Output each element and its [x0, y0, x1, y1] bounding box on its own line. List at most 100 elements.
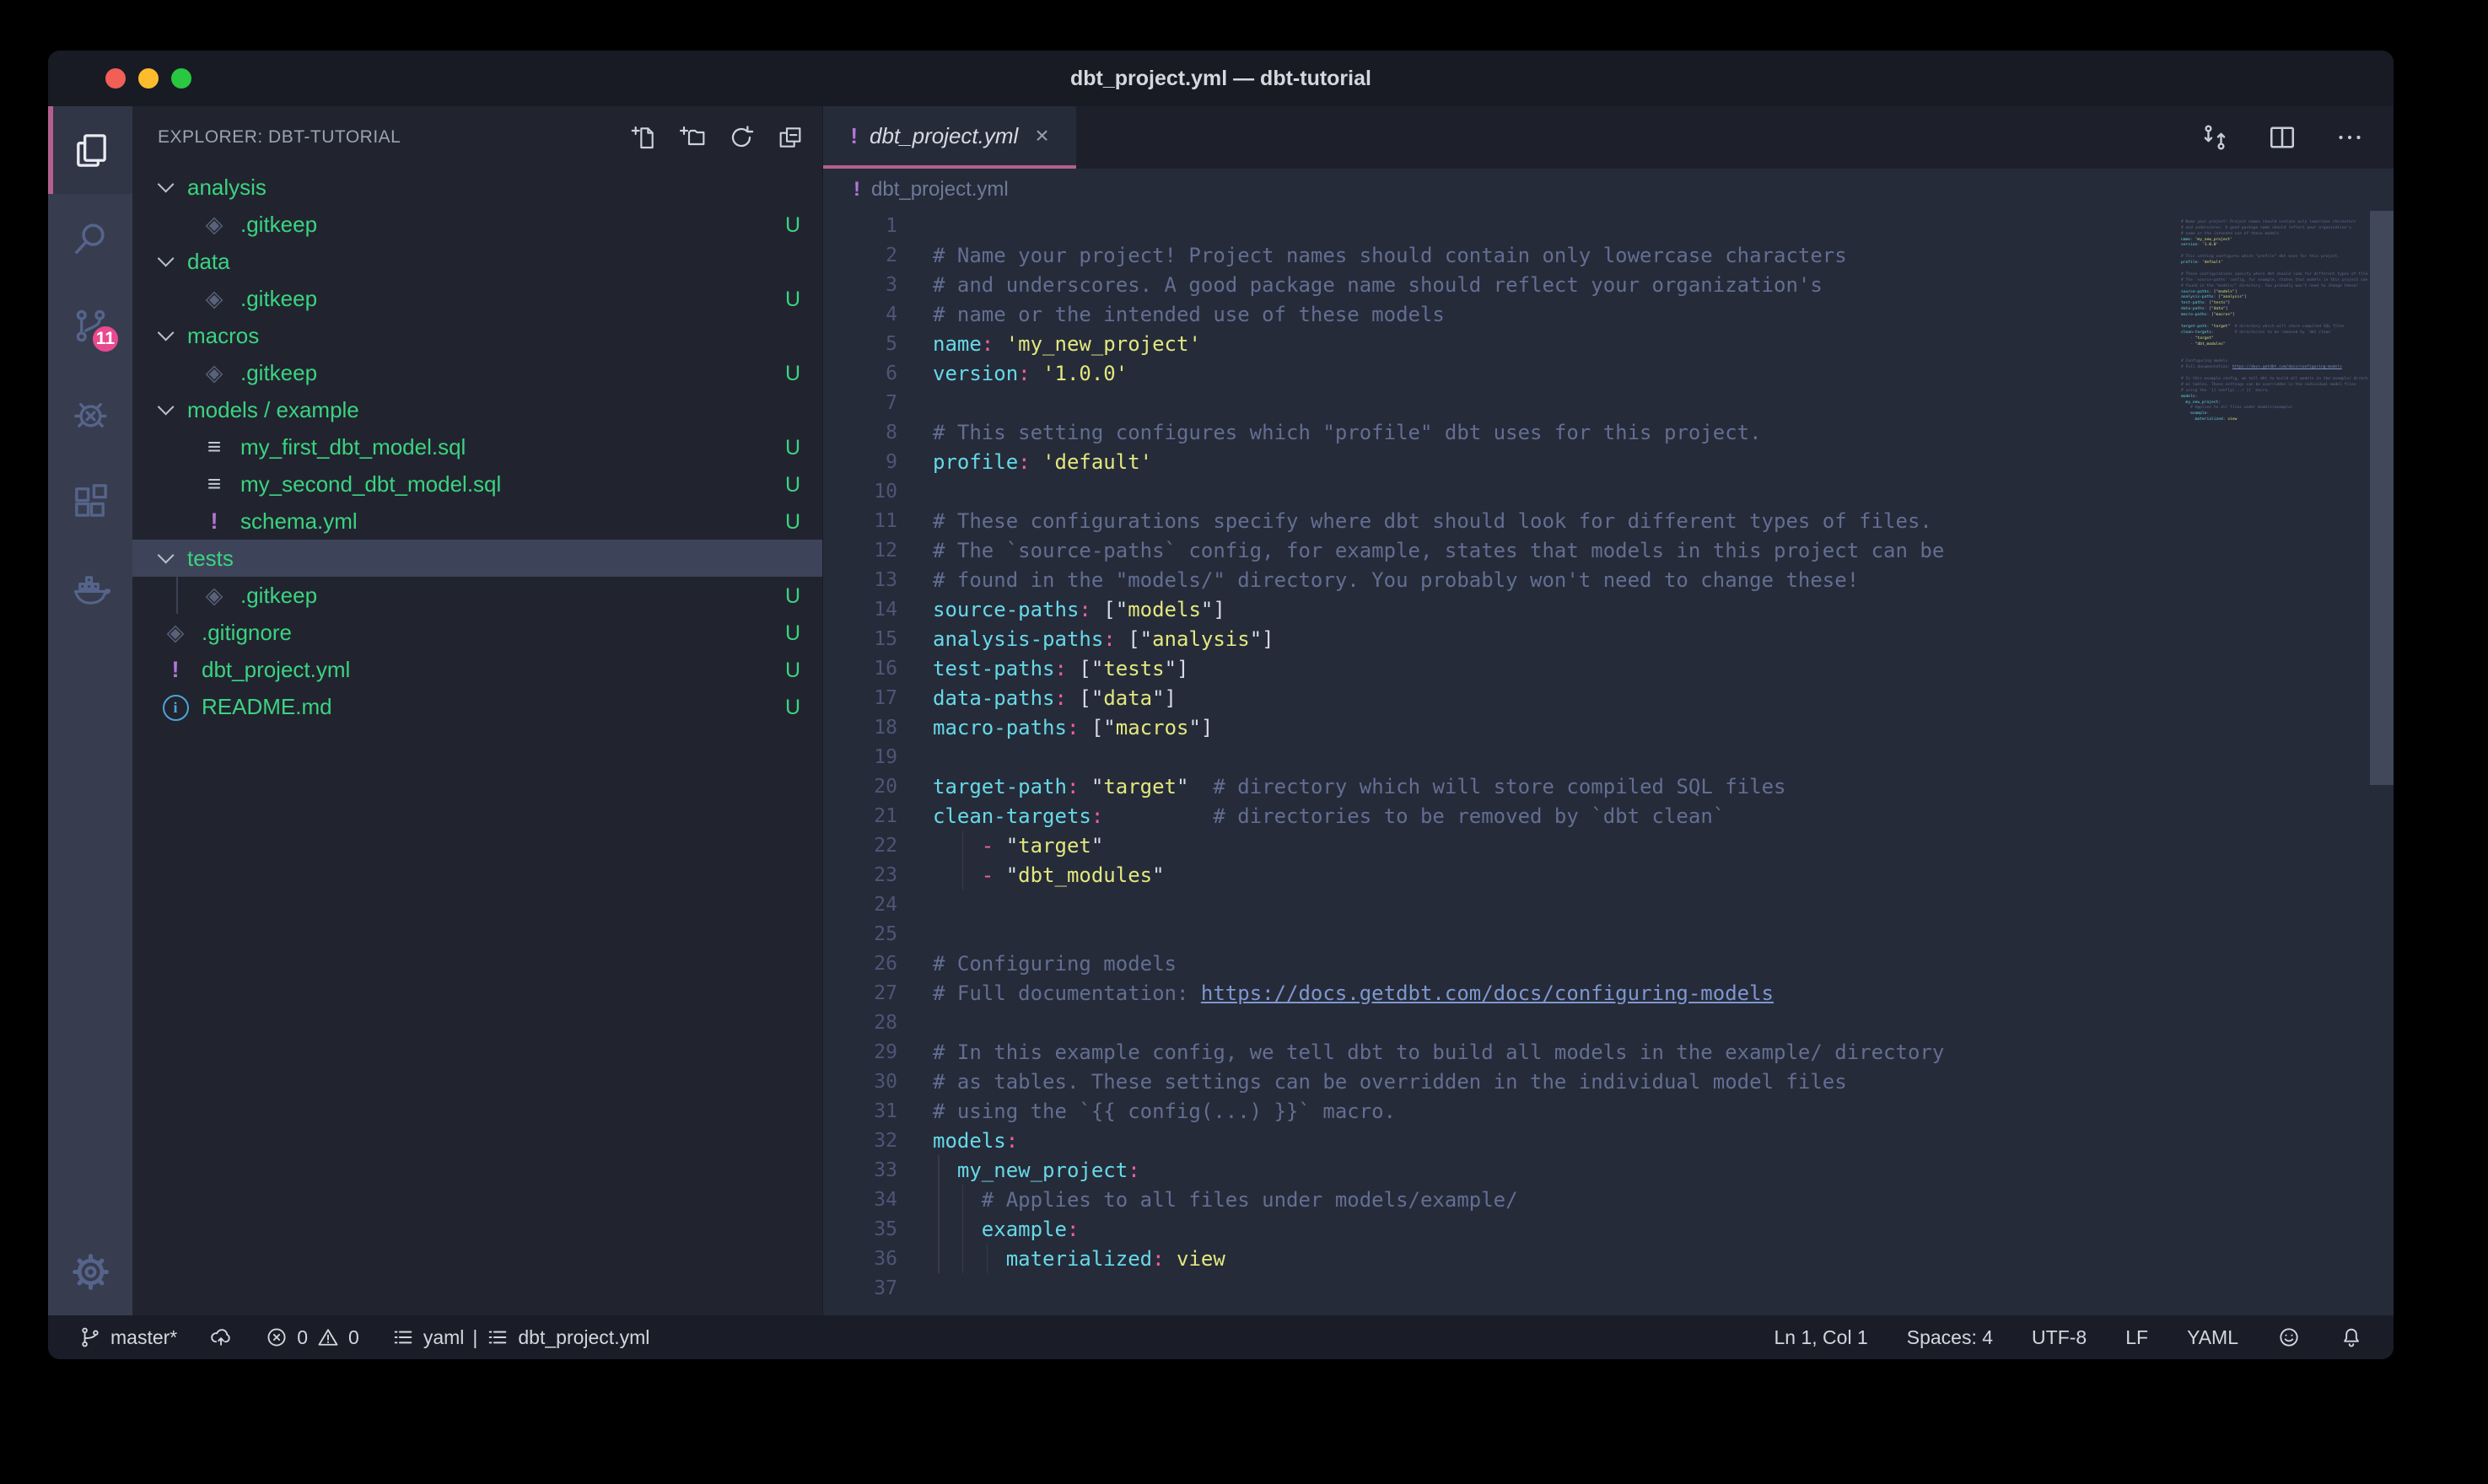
- tree-folder-analysis[interactable]: analysis: [132, 169, 822, 206]
- code-line-12[interactable]: 12# The `source-paths` config, for examp…: [823, 535, 2394, 565]
- feedback-button[interactable]: [2277, 1325, 2301, 1349]
- tab-close-icon[interactable]: ×: [1035, 122, 1048, 149]
- code-line-7[interactable]: 7: [823, 388, 2394, 417]
- tree-file-my-second-dbt-model-sql[interactable]: ≡my_second_dbt_model.sqlU: [132, 465, 822, 503]
- git-branch-indicator[interactable]: master*: [78, 1325, 177, 1349]
- code-line-15[interactable]: 15analysis-paths: ["analysis"]: [823, 624, 2394, 653]
- code-line-24[interactable]: 24: [823, 890, 2394, 919]
- notifications-button[interactable]: [2340, 1325, 2363, 1349]
- code-line-37[interactable]: 37: [823, 1273, 2394, 1303]
- code-line-17[interactable]: 17data-paths: ["data"]: [823, 683, 2394, 712]
- code-line-3[interactable]: 3# and underscores. A good package name …: [823, 270, 2394, 299]
- tree-folder-tests[interactable]: tests: [132, 540, 822, 577]
- code-line-29[interactable]: 29# In this example config, we tell dbt …: [823, 1037, 2394, 1067]
- tree-file--gitkeep[interactable]: ◈.gitkeepU: [132, 577, 822, 614]
- line-number: 11: [823, 510, 897, 532]
- code-line-30[interactable]: 30# as tables. These settings can be ove…: [823, 1067, 2394, 1096]
- code-line-16[interactable]: 16test-paths: ["tests"]: [823, 653, 2394, 683]
- scrollbar-thumb[interactable]: [2370, 211, 2394, 785]
- code-line-6[interactable]: 6version: '1.0.0': [823, 358, 2394, 388]
- code-line-19[interactable]: 19: [823, 742, 2394, 772]
- language-mode[interactable]: YAML: [2187, 1326, 2238, 1349]
- tree-file-dbt-project-yml[interactable]: !dbt_project.ymlU: [132, 651, 822, 688]
- tree-file--gitkeep[interactable]: ◈.gitkeepU: [132, 206, 822, 243]
- code-line-22[interactable]: 22 - "target": [823, 831, 2394, 860]
- activity-item-settings[interactable]: [48, 1228, 132, 1315]
- line-number: 20: [823, 776, 897, 798]
- code-line-26[interactable]: 26# Configuring models: [823, 949, 2394, 978]
- code-line-21[interactable]: 21clean-targets: # directories to be rem…: [823, 801, 2394, 831]
- code-line-14[interactable]: 14source-paths: ["models"]: [823, 594, 2394, 624]
- activity-item-source-control[interactable]: 11: [48, 282, 132, 369]
- editor-scrollbar[interactable]: [2370, 211, 2394, 1315]
- breadcrumb[interactable]: ! dbt_project.yml: [823, 169, 2394, 211]
- tree-file--gitkeep[interactable]: ◈.gitkeepU: [132, 280, 822, 317]
- activity-item-docker[interactable]: [48, 545, 132, 632]
- tree-folder-models-example[interactable]: models / example: [132, 391, 822, 428]
- code-line-8[interactable]: 8# This setting configures which "profil…: [823, 417, 2394, 447]
- code-line-32[interactable]: 32models:: [823, 1126, 2394, 1155]
- code-line-35[interactable]: 35 example:: [823, 1214, 2394, 1244]
- error-count: 0: [297, 1326, 308, 1349]
- eol-setting[interactable]: LF: [2125, 1326, 2148, 1349]
- code-line-9[interactable]: 9profile: 'default': [823, 447, 2394, 476]
- smiley-icon: [2277, 1325, 2301, 1349]
- refresh-icon[interactable]: [728, 124, 755, 151]
- activity-item-extensions[interactable]: [48, 457, 132, 545]
- tab-dbt-project-yml[interactable]: ! dbt_project.yml ×: [823, 106, 1076, 169]
- new-folder-icon[interactable]: [679, 124, 706, 151]
- window-title: dbt_project.yml — dbt-tutorial: [48, 67, 2394, 91]
- activity-item-run-debug[interactable]: [48, 369, 132, 457]
- split-editor-icon[interactable]: [2267, 122, 2297, 153]
- editor-actions: [2200, 106, 2394, 169]
- code-line-31[interactable]: 31# using the `{{ config(...) }}` macro.: [823, 1096, 2394, 1126]
- tree-folder-macros[interactable]: macros: [132, 317, 822, 354]
- code-line-18[interactable]: 18macro-paths: ["macros"]: [823, 712, 2394, 742]
- activity-item-explorer[interactable]: [48, 106, 132, 194]
- list-icon: [486, 1325, 509, 1349]
- tree-file--gitkeep[interactable]: ◈.gitkeepU: [132, 354, 822, 391]
- tree-file-my-first-dbt-model-sql[interactable]: ≡my_first_dbt_model.sqlU: [132, 428, 822, 465]
- code-line-28[interactable]: 28: [823, 1008, 2394, 1037]
- code-line-33[interactable]: 33 my_new_project:: [823, 1155, 2394, 1185]
- code-line-1[interactable]: 1: [823, 211, 2394, 240]
- code-line-13[interactable]: 13# found in the "models/" directory. Yo…: [823, 565, 2394, 594]
- open-changes-icon[interactable]: [2200, 122, 2230, 153]
- sql-file-icon: ≡: [200, 433, 229, 460]
- tree-item-label: my_first_dbt_model.sql: [240, 434, 466, 460]
- sync-changes-button[interactable]: [209, 1325, 233, 1349]
- code-line-20[interactable]: 20target-path: "target" # directory whic…: [823, 772, 2394, 801]
- lang-server-indicator[interactable]: yaml | dbt_project.yml: [391, 1325, 650, 1349]
- code-line-4[interactable]: 4# name or the intended use of these mod…: [823, 299, 2394, 329]
- line-number: 32: [823, 1130, 897, 1152]
- tree-folder-data[interactable]: data: [132, 243, 822, 280]
- new-file-icon[interactable]: [630, 124, 657, 151]
- code-line-25[interactable]: 25: [823, 919, 2394, 949]
- tree-item-label: data: [187, 249, 230, 275]
- bell-icon: [2340, 1325, 2363, 1349]
- indentation-setting[interactable]: Spaces: 4: [1907, 1326, 1993, 1349]
- code-line-10[interactable]: 10: [823, 476, 2394, 506]
- code-line-11[interactable]: 11# These configurations specify where d…: [823, 506, 2394, 535]
- collapse-all-icon[interactable]: [777, 124, 804, 151]
- line-number: 29: [823, 1041, 897, 1063]
- tab-problem-icon: !: [850, 123, 858, 149]
- code-line-27[interactable]: 27# Full documentation: https://docs.get…: [823, 978, 2394, 1008]
- chevron-down-icon: [158, 399, 175, 416]
- code-line-23[interactable]: 23 - "dbt_modules": [823, 860, 2394, 890]
- cursor-position[interactable]: Ln 1, Col 1: [1774, 1326, 1868, 1349]
- code-line-2[interactable]: 2# Name your project! Project names shou…: [823, 240, 2394, 270]
- tree-file-schema-yml[interactable]: !schema.ymlU: [132, 503, 822, 540]
- code-line-36[interactable]: 36 materialized: view: [823, 1244, 2394, 1273]
- code-editor[interactable]: 12# Name your project! Project names sho…: [823, 211, 2394, 1315]
- encoding-setting[interactable]: UTF-8: [2032, 1326, 2087, 1349]
- activity-item-search[interactable]: [48, 194, 132, 282]
- tree-file--gitignore[interactable]: ◈.gitignoreU: [132, 614, 822, 651]
- title-bar: dbt_project.yml — dbt-tutorial: [48, 51, 2394, 106]
- problems-indicator[interactable]: 0 0: [265, 1325, 359, 1349]
- line-number: 30: [823, 1071, 897, 1093]
- code-line-34[interactable]: 34 # Applies to all files under models/e…: [823, 1185, 2394, 1214]
- more-actions-icon[interactable]: [2335, 122, 2365, 153]
- code-line-5[interactable]: 5name: 'my_new_project': [823, 329, 2394, 358]
- tree-file-readme-md[interactable]: iREADME.mdU: [132, 688, 822, 725]
